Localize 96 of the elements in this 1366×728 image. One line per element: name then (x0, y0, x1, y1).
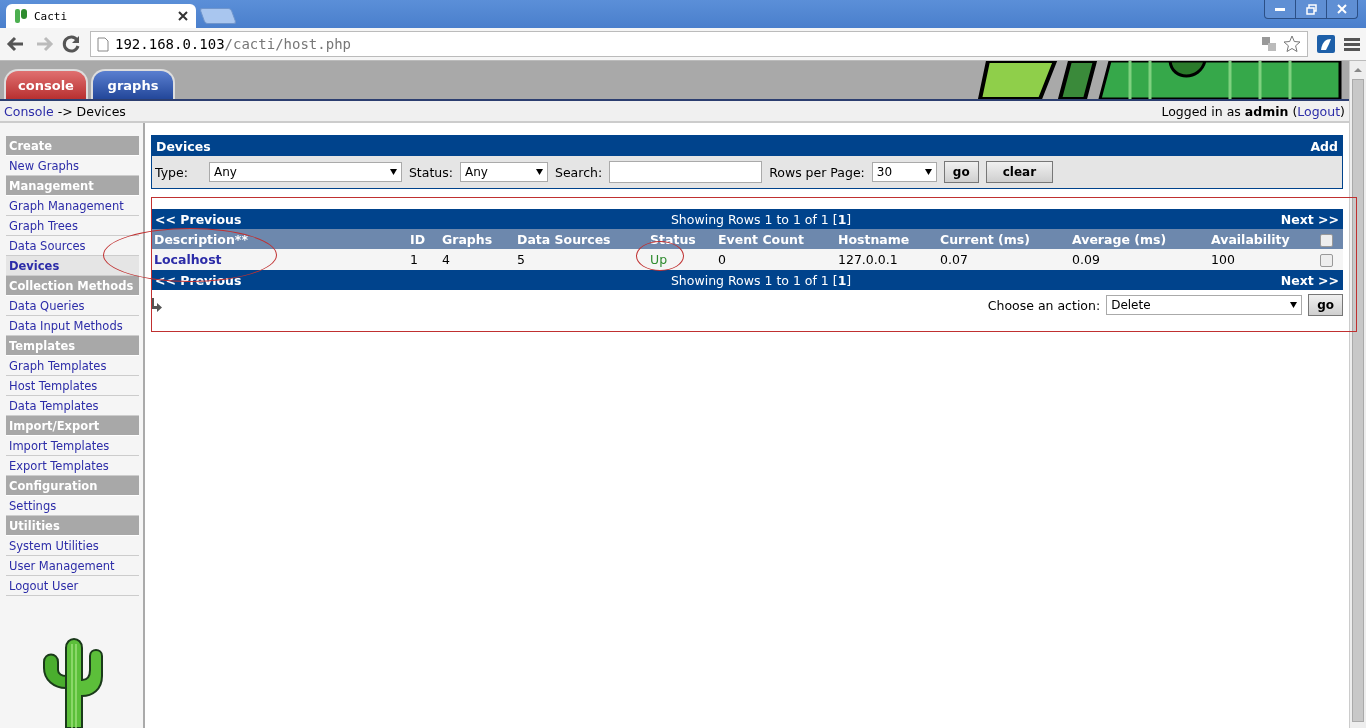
column-header[interactable]: Current (ms) (937, 229, 1069, 249)
login-text: Logged in as (1161, 103, 1241, 119)
rows-dropdown[interactable]: 30 (871, 162, 937, 182)
menu-item[interactable]: User Management (6, 556, 139, 576)
panel-title: Devices (156, 138, 211, 154)
field-label: Status: (408, 164, 453, 180)
menu-heading: Templates (6, 336, 139, 356)
menu-heading: Import/Export (6, 416, 139, 436)
next-link[interactable]: Next >> (1280, 272, 1339, 288)
field-label: Type: (155, 164, 188, 180)
username: admin (1244, 103, 1289, 119)
column-header[interactable]: Availability (1208, 229, 1317, 249)
new-tab-button[interactable] (199, 8, 237, 24)
column-header[interactable]: Average (ms) (1069, 229, 1208, 249)
breadcrumb-separator: -> (57, 103, 73, 119)
checkbox[interactable] (1320, 254, 1333, 267)
checkbox[interactable] (1320, 233, 1333, 247)
forward-icon[interactable] (34, 34, 54, 54)
column-header[interactable]: Hostname (835, 229, 937, 249)
field-label: Search: (555, 164, 603, 180)
table-cell: 4 (439, 249, 514, 270)
scrollbar[interactable] (1349, 61, 1366, 728)
type-dropdown[interactable]: Any (208, 162, 402, 182)
pagination-text: Showing Rows 1 to 1 of 1 [1] (669, 211, 853, 227)
menu-heading: Management (6, 176, 139, 196)
menu-item[interactable]: System Utilities (6, 536, 139, 556)
clear-button[interactable]: clear (985, 161, 1054, 183)
go-button[interactable]: go (1308, 294, 1343, 316)
close-icon (1337, 4, 1347, 14)
menu-item[interactable]: Host Templates (6, 376, 139, 396)
status-text: Up (647, 249, 715, 270)
back-icon[interactable] (6, 34, 26, 54)
parenthesis: ) (1340, 103, 1345, 119)
column-header[interactable]: Graphs (439, 229, 514, 249)
previous-link[interactable]: << Previous (155, 272, 242, 288)
menu-heading: Create (6, 136, 139, 156)
add-link[interactable]: Add (1310, 138, 1338, 154)
tab-title: Cacti (34, 9, 69, 23)
nav-tab[interactable]: graphs (91, 69, 175, 99)
menu-item[interactable]: Graph Templates (6, 356, 139, 376)
column-header[interactable]: ID (407, 229, 439, 249)
search-field[interactable] (609, 161, 763, 183)
browser-tab[interactable]: Cacti (6, 4, 196, 28)
column-header[interactable]: Description** (151, 229, 407, 249)
breadcrumb-current: Devices (76, 103, 126, 119)
close-icon[interactable] (178, 11, 188, 21)
menu-heading: Utilities (6, 516, 139, 536)
column-header[interactable]: Data Sources (514, 229, 647, 249)
pagination-text: Showing Rows 1 to 1 of 1 [1] (669, 272, 853, 288)
extension-icon[interactable] (1316, 34, 1336, 54)
address-bar[interactable]: 192.168.0.103/cacti/host.php (90, 31, 1308, 57)
cacti-logo-icon (14, 8, 28, 24)
table-cell: 1 (407, 249, 439, 270)
menu-item[interactable]: Devices (6, 256, 139, 276)
table-cell: 0.07 (937, 249, 1069, 270)
column-header[interactable]: Status (647, 229, 715, 249)
scroll-up-icon[interactable] (1353, 65, 1363, 75)
page-icon (97, 36, 109, 52)
menu-heading: Collection Methods (6, 276, 139, 296)
scroll-thumb[interactable] (1352, 79, 1364, 722)
field-label: Choose an action: (987, 297, 1101, 313)
field-label: Rows per Page: (769, 164, 865, 180)
next-link[interactable]: Next >> (1280, 211, 1339, 227)
menu-item[interactable]: Graph Management (6, 196, 139, 216)
go-button[interactable]: go (943, 161, 979, 183)
table-cell: 100 (1208, 249, 1317, 270)
caret-icon (924, 169, 932, 175)
nav-tab[interactable]: console (4, 69, 88, 99)
restore-icon (1305, 3, 1317, 15)
table-cell: 5 (514, 249, 647, 270)
menu-item[interactable]: Graph Trees (6, 216, 139, 236)
device-link[interactable]: Localhost (151, 249, 407, 270)
translate-icon[interactable] (1261, 36, 1277, 52)
parenthesis: ( (1292, 103, 1298, 119)
column-header[interactable]: Event Count (715, 229, 835, 249)
action-dropdown[interactable]: Delete (1106, 295, 1303, 315)
table-cell: 0.09 (1069, 249, 1208, 270)
url-text: 192.168.0.103/cacti/host.php (115, 36, 351, 52)
status-dropdown[interactable]: Any (460, 162, 548, 182)
caret-icon (389, 169, 397, 175)
breadcrumb-link[interactable]: Console (4, 103, 54, 119)
menu-item[interactable]: Import Templates (6, 436, 139, 456)
table-cell: 127.0.0.1 (835, 249, 937, 270)
menu-heading: Configuration (6, 476, 139, 496)
star-icon[interactable] (1283, 35, 1301, 53)
caret-icon (1290, 302, 1298, 308)
menu-item[interactable]: Data Queries (6, 296, 139, 316)
arrow-icon (151, 298, 162, 312)
menu-icon[interactable] (1344, 36, 1360, 52)
caret-icon (536, 169, 543, 175)
previous-link[interactable]: << Previous (155, 211, 242, 227)
table-cell: 0 (715, 249, 835, 270)
reload-icon[interactable] (62, 34, 82, 54)
logout-link[interactable]: Logout (1297, 103, 1341, 119)
minimize-icon (1275, 7, 1285, 11)
menu-item[interactable]: Logout User (6, 576, 139, 596)
